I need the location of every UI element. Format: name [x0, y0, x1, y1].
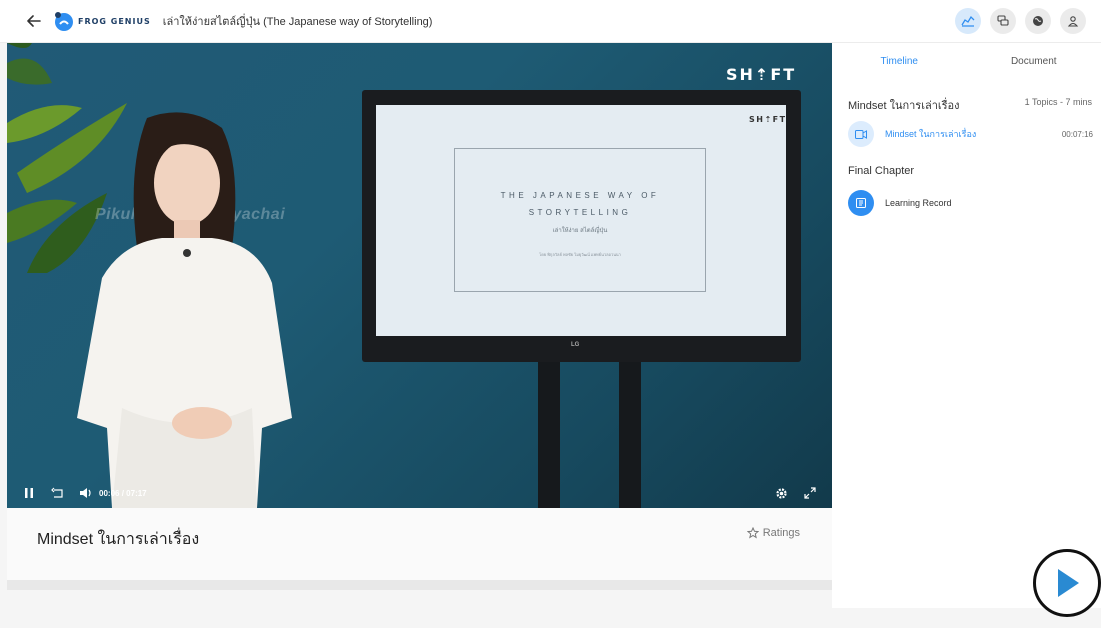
tab-timeline[interactable]: Timeline	[832, 56, 967, 67]
content-divider	[7, 580, 832, 590]
chart-icon	[961, 15, 975, 27]
top-bar: FROG GENIUS เล่าให้ง่ายสไตล์ญี่ปุ่น (The…	[0, 0, 1101, 43]
tv-manufacturer-logo: LG	[571, 342, 580, 348]
floating-play-button[interactable]	[1033, 549, 1101, 617]
sidebar-tabs: Timeline Document	[832, 43, 1101, 79]
tv-screen: SH⇡FT THE JAPANESE WAY OF STORYTELLING เ…	[376, 105, 786, 336]
timeline-item-duration: 00:07:16	[1061, 129, 1093, 139]
current-time: 00:06	[99, 488, 120, 498]
section-meta: 1 Topics - 7 mins	[1024, 97, 1092, 107]
frog-logo-icon	[55, 12, 73, 31]
time-separator: /	[121, 488, 124, 498]
star-icon	[746, 527, 759, 539]
play-icon	[1058, 569, 1079, 597]
video-player[interactable]: Pikulwayako Panyachai SH⇡FT SH⇡FT THE JA…	[7, 43, 832, 508]
video-icon	[848, 121, 874, 147]
section-title: Final Chapter	[848, 165, 915, 177]
settings-gear-icon[interactable]	[775, 487, 788, 500]
slide-title-box: THE JAPANESE WAY OF STORYTELLING เล่าให้…	[454, 148, 706, 292]
rewind-10-icon[interactable]	[51, 486, 65, 500]
top-actions	[955, 8, 1086, 34]
right-controls	[775, 487, 816, 500]
ratings-button[interactable]: Ratings	[746, 527, 800, 539]
record-icon	[848, 190, 874, 216]
course-title: เล่าให้ง่ายสไตล์ญี่ปุ่น (The Japanese wa…	[162, 16, 433, 28]
section-title: Mindset ในการเล่าเรื่อง	[848, 100, 960, 112]
chat-button[interactable]	[990, 8, 1016, 34]
profile-button[interactable]	[1060, 8, 1086, 34]
lesson-info-panel: Mindset ในการเล่าเรื่อง Ratings	[7, 508, 832, 580]
user-icon	[1067, 16, 1079, 27]
fullscreen-icon[interactable]	[804, 487, 816, 499]
brand-name: FROG GENIUS	[78, 16, 151, 26]
slide-line-1: THE JAPANESE WAY OF	[500, 191, 660, 200]
slide-line-3: เล่าให้ง่าย สไตล์ญี่ปุ่น	[552, 228, 608, 234]
globe-icon	[1033, 16, 1043, 26]
lesson-title: Mindset ในการเล่าเรื่อง	[37, 531, 200, 548]
timeline-item-video[interactable]: Mindset ในการเล่าเรื่อง 00:07:16	[848, 121, 1093, 147]
time-display: 00:06 / 07:17	[99, 489, 147, 498]
timeline-item-label: Mindset ในการเล่าเรื่อง	[885, 129, 977, 139]
ratings-label: Ratings	[762, 527, 800, 539]
chat-icon	[997, 15, 1009, 26]
course-sidebar: Timeline Document Mindset ในการเล่าเรื่อ…	[832, 43, 1101, 608]
tv-shift-logo: SH⇡FT	[749, 115, 787, 124]
pause-icon[interactable]	[23, 486, 35, 500]
total-duration: 07:17	[126, 488, 147, 498]
presenter-figure	[77, 112, 292, 508]
back-arrow-icon[interactable]	[24, 11, 44, 31]
slide-line-4: โดย พิกุลวัลย์ พลชัย ไมยุวัฒน์ แพทย์นวลอ…	[539, 252, 621, 257]
tv-monitor: SH⇡FT THE JAPANESE WAY OF STORYTELLING เ…	[362, 90, 801, 362]
shift-brand-logo: SH⇡FT	[726, 65, 797, 84]
chart-button[interactable]	[955, 8, 981, 34]
volume-icon[interactable]	[79, 486, 93, 500]
frog-genius-logo[interactable]: FROG GENIUS	[52, 10, 151, 32]
slide-line-2: STORYTELLING	[528, 208, 632, 217]
globe-button[interactable]	[1025, 8, 1051, 34]
timeline-item-learning-record[interactable]: Learning Record	[848, 190, 1093, 216]
video-controls: 00:06 / 07:17	[7, 478, 832, 508]
tab-document[interactable]: Document	[967, 56, 1101, 67]
timeline-item-label: Learning Record	[885, 198, 952, 208]
